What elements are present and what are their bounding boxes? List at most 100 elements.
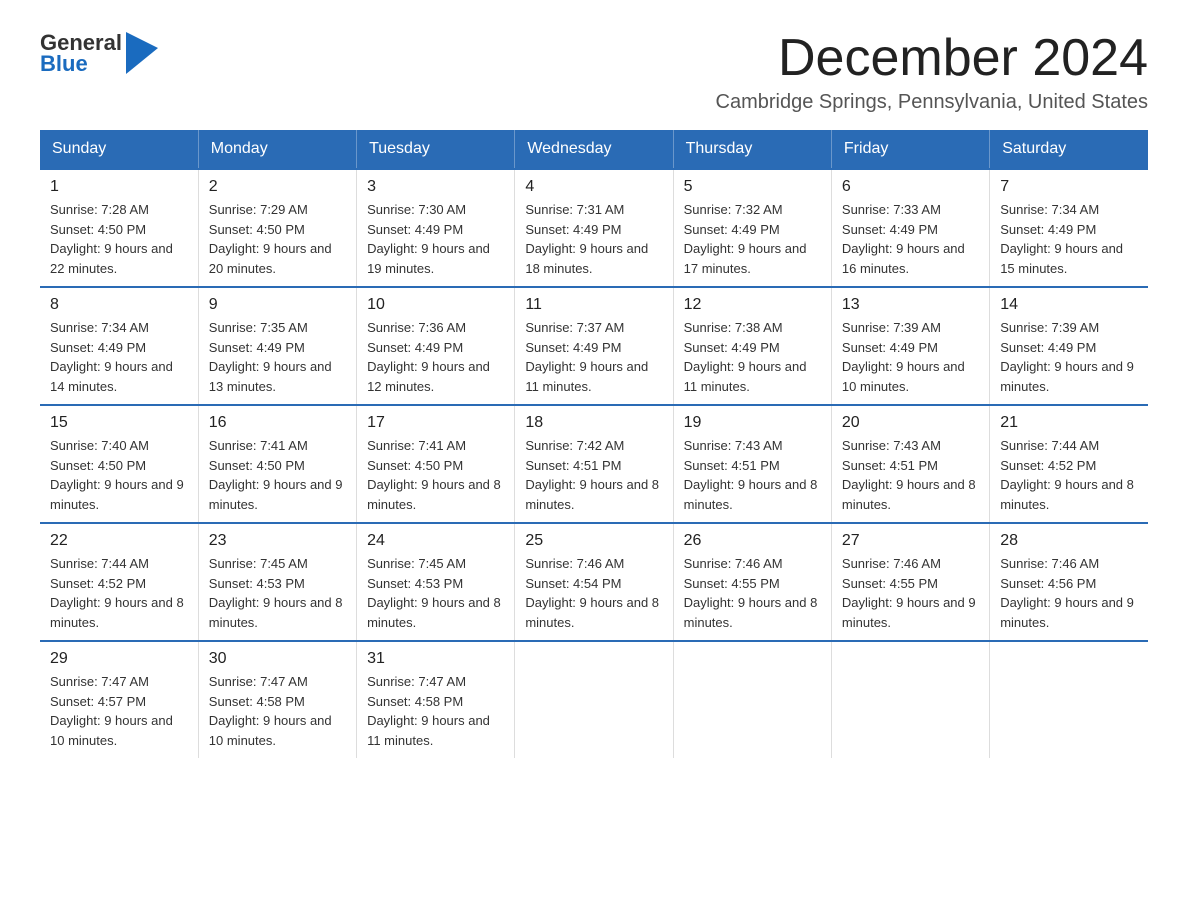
sunset: Sunset: 4:49 PM: [525, 222, 621, 237]
calendar-header-thursday: Thursday: [673, 130, 831, 169]
sunrise: Sunrise: 7:37 AM: [525, 320, 624, 335]
calendar-cell: 30 Sunrise: 7:47 AM Sunset: 4:58 PM Dayl…: [198, 641, 356, 758]
daylight: Daylight: 9 hours and 8 minutes.: [1000, 477, 1134, 512]
daylight: Daylight: 9 hours and 14 minutes.: [50, 359, 173, 394]
day-info: Sunrise: 7:40 AM Sunset: 4:50 PM Dayligh…: [50, 436, 188, 514]
sunset: Sunset: 4:49 PM: [50, 340, 146, 355]
sunrise: Sunrise: 7:46 AM: [1000, 556, 1099, 571]
calendar-week-row: 29 Sunrise: 7:47 AM Sunset: 4:57 PM Dayl…: [40, 641, 1148, 758]
sunrise: Sunrise: 7:46 AM: [525, 556, 624, 571]
day-info: Sunrise: 7:29 AM Sunset: 4:50 PM Dayligh…: [209, 200, 346, 278]
day-number: 31: [367, 650, 504, 668]
day-info: Sunrise: 7:28 AM Sunset: 4:50 PM Dayligh…: [50, 200, 188, 278]
day-info: Sunrise: 7:33 AM Sunset: 4:49 PM Dayligh…: [842, 200, 979, 278]
calendar-cell: 2 Sunrise: 7:29 AM Sunset: 4:50 PM Dayli…: [198, 169, 356, 287]
calendar-header-friday: Friday: [831, 130, 989, 169]
day-info: Sunrise: 7:47 AM Sunset: 4:58 PM Dayligh…: [367, 672, 504, 750]
calendar-cell: 19 Sunrise: 7:43 AM Sunset: 4:51 PM Dayl…: [673, 405, 831, 523]
sunset: Sunset: 4:56 PM: [1000, 576, 1096, 591]
sunrise: Sunrise: 7:41 AM: [367, 438, 466, 453]
day-info: Sunrise: 7:38 AM Sunset: 4:49 PM Dayligh…: [684, 318, 821, 396]
day-info: Sunrise: 7:41 AM Sunset: 4:50 PM Dayligh…: [367, 436, 504, 514]
sunset: Sunset: 4:49 PM: [842, 222, 938, 237]
calendar-cell: 27 Sunrise: 7:46 AM Sunset: 4:55 PM Dayl…: [831, 523, 989, 641]
calendar-cell: 29 Sunrise: 7:47 AM Sunset: 4:57 PM Dayl…: [40, 641, 198, 758]
calendar-week-row: 8 Sunrise: 7:34 AM Sunset: 4:49 PM Dayli…: [40, 287, 1148, 405]
logo-icon: [126, 32, 158, 74]
day-info: Sunrise: 7:39 AM Sunset: 4:49 PM Dayligh…: [842, 318, 979, 396]
day-number: 9: [209, 296, 346, 314]
sunset: Sunset: 4:54 PM: [525, 576, 621, 591]
daylight: Daylight: 9 hours and 20 minutes.: [209, 241, 332, 276]
sunset: Sunset: 4:58 PM: [367, 694, 463, 709]
sunset: Sunset: 4:58 PM: [209, 694, 305, 709]
day-info: Sunrise: 7:37 AM Sunset: 4:49 PM Dayligh…: [525, 318, 662, 396]
calendar-cell: 15 Sunrise: 7:40 AM Sunset: 4:50 PM Dayl…: [40, 405, 198, 523]
sunrise: Sunrise: 7:47 AM: [209, 674, 308, 689]
calendar-cell: 12 Sunrise: 7:38 AM Sunset: 4:49 PM Dayl…: [673, 287, 831, 405]
daylight: Daylight: 9 hours and 13 minutes.: [209, 359, 332, 394]
day-info: Sunrise: 7:44 AM Sunset: 4:52 PM Dayligh…: [50, 554, 188, 632]
calendar-cell: [673, 641, 831, 758]
sunrise: Sunrise: 7:39 AM: [842, 320, 941, 335]
daylight: Daylight: 9 hours and 9 minutes.: [1000, 595, 1134, 630]
day-info: Sunrise: 7:43 AM Sunset: 4:51 PM Dayligh…: [842, 436, 979, 514]
day-number: 23: [209, 532, 346, 550]
day-info: Sunrise: 7:42 AM Sunset: 4:51 PM Dayligh…: [525, 436, 662, 514]
calendar-header-saturday: Saturday: [990, 130, 1148, 169]
sunrise: Sunrise: 7:47 AM: [367, 674, 466, 689]
sunrise: Sunrise: 7:42 AM: [525, 438, 624, 453]
daylight: Daylight: 9 hours and 8 minutes.: [525, 595, 659, 630]
calendar-cell: 7 Sunrise: 7:34 AM Sunset: 4:49 PM Dayli…: [990, 169, 1148, 287]
calendar-cell: 31 Sunrise: 7:47 AM Sunset: 4:58 PM Dayl…: [357, 641, 515, 758]
daylight: Daylight: 9 hours and 19 minutes.: [367, 241, 490, 276]
calendar-cell: 28 Sunrise: 7:46 AM Sunset: 4:56 PM Dayl…: [990, 523, 1148, 641]
page-header: General Blue December 2024 Cambridge Spr…: [40, 30, 1148, 114]
sunrise: Sunrise: 7:44 AM: [50, 556, 149, 571]
sunrise: Sunrise: 7:41 AM: [209, 438, 308, 453]
day-info: Sunrise: 7:46 AM Sunset: 4:56 PM Dayligh…: [1000, 554, 1138, 632]
sunset: Sunset: 4:49 PM: [842, 340, 938, 355]
subtitle: Cambridge Springs, Pennsylvania, United …: [716, 91, 1148, 114]
day-info: Sunrise: 7:31 AM Sunset: 4:49 PM Dayligh…: [525, 200, 662, 278]
sunrise: Sunrise: 7:46 AM: [842, 556, 941, 571]
calendar-cell: 4 Sunrise: 7:31 AM Sunset: 4:49 PM Dayli…: [515, 169, 673, 287]
daylight: Daylight: 9 hours and 11 minutes.: [684, 359, 807, 394]
calendar-cell: 11 Sunrise: 7:37 AM Sunset: 4:49 PM Dayl…: [515, 287, 673, 405]
calendar-table: SundayMondayTuesdayWednesdayThursdayFrid…: [40, 130, 1148, 758]
day-number: 21: [1000, 414, 1138, 432]
day-info: Sunrise: 7:46 AM Sunset: 4:55 PM Dayligh…: [842, 554, 979, 632]
sunrise: Sunrise: 7:34 AM: [1000, 202, 1099, 217]
sunrise: Sunrise: 7:46 AM: [684, 556, 783, 571]
calendar-cell: 3 Sunrise: 7:30 AM Sunset: 4:49 PM Dayli…: [357, 169, 515, 287]
calendar-cell: 9 Sunrise: 7:35 AM Sunset: 4:49 PM Dayli…: [198, 287, 356, 405]
day-info: Sunrise: 7:45 AM Sunset: 4:53 PM Dayligh…: [209, 554, 346, 632]
daylight: Daylight: 9 hours and 10 minutes.: [842, 359, 965, 394]
day-info: Sunrise: 7:44 AM Sunset: 4:52 PM Dayligh…: [1000, 436, 1138, 514]
calendar-header-sunday: Sunday: [40, 130, 198, 169]
calendar-cell: 25 Sunrise: 7:46 AM Sunset: 4:54 PM Dayl…: [515, 523, 673, 641]
sunrise: Sunrise: 7:43 AM: [684, 438, 783, 453]
day-number: 18: [525, 414, 662, 432]
day-info: Sunrise: 7:46 AM Sunset: 4:54 PM Dayligh…: [525, 554, 662, 632]
sunrise: Sunrise: 7:36 AM: [367, 320, 466, 335]
sunset: Sunset: 4:53 PM: [367, 576, 463, 591]
day-number: 5: [684, 178, 821, 196]
day-info: Sunrise: 7:39 AM Sunset: 4:49 PM Dayligh…: [1000, 318, 1138, 396]
day-number: 1: [50, 178, 188, 196]
calendar-cell: [515, 641, 673, 758]
sunset: Sunset: 4:51 PM: [684, 458, 780, 473]
day-number: 2: [209, 178, 346, 196]
calendar-cell: 13 Sunrise: 7:39 AM Sunset: 4:49 PM Dayl…: [831, 287, 989, 405]
sunrise: Sunrise: 7:43 AM: [842, 438, 941, 453]
day-info: Sunrise: 7:46 AM Sunset: 4:55 PM Dayligh…: [684, 554, 821, 632]
sunrise: Sunrise: 7:44 AM: [1000, 438, 1099, 453]
title-section: December 2024 Cambridge Springs, Pennsyl…: [716, 30, 1148, 114]
daylight: Daylight: 9 hours and 12 minutes.: [367, 359, 490, 394]
day-info: Sunrise: 7:30 AM Sunset: 4:49 PM Dayligh…: [367, 200, 504, 278]
day-number: 13: [842, 296, 979, 314]
day-number: 30: [209, 650, 346, 668]
daylight: Daylight: 9 hours and 8 minutes.: [209, 595, 343, 630]
calendar-cell: 1 Sunrise: 7:28 AM Sunset: 4:50 PM Dayli…: [40, 169, 198, 287]
day-number: 27: [842, 532, 979, 550]
